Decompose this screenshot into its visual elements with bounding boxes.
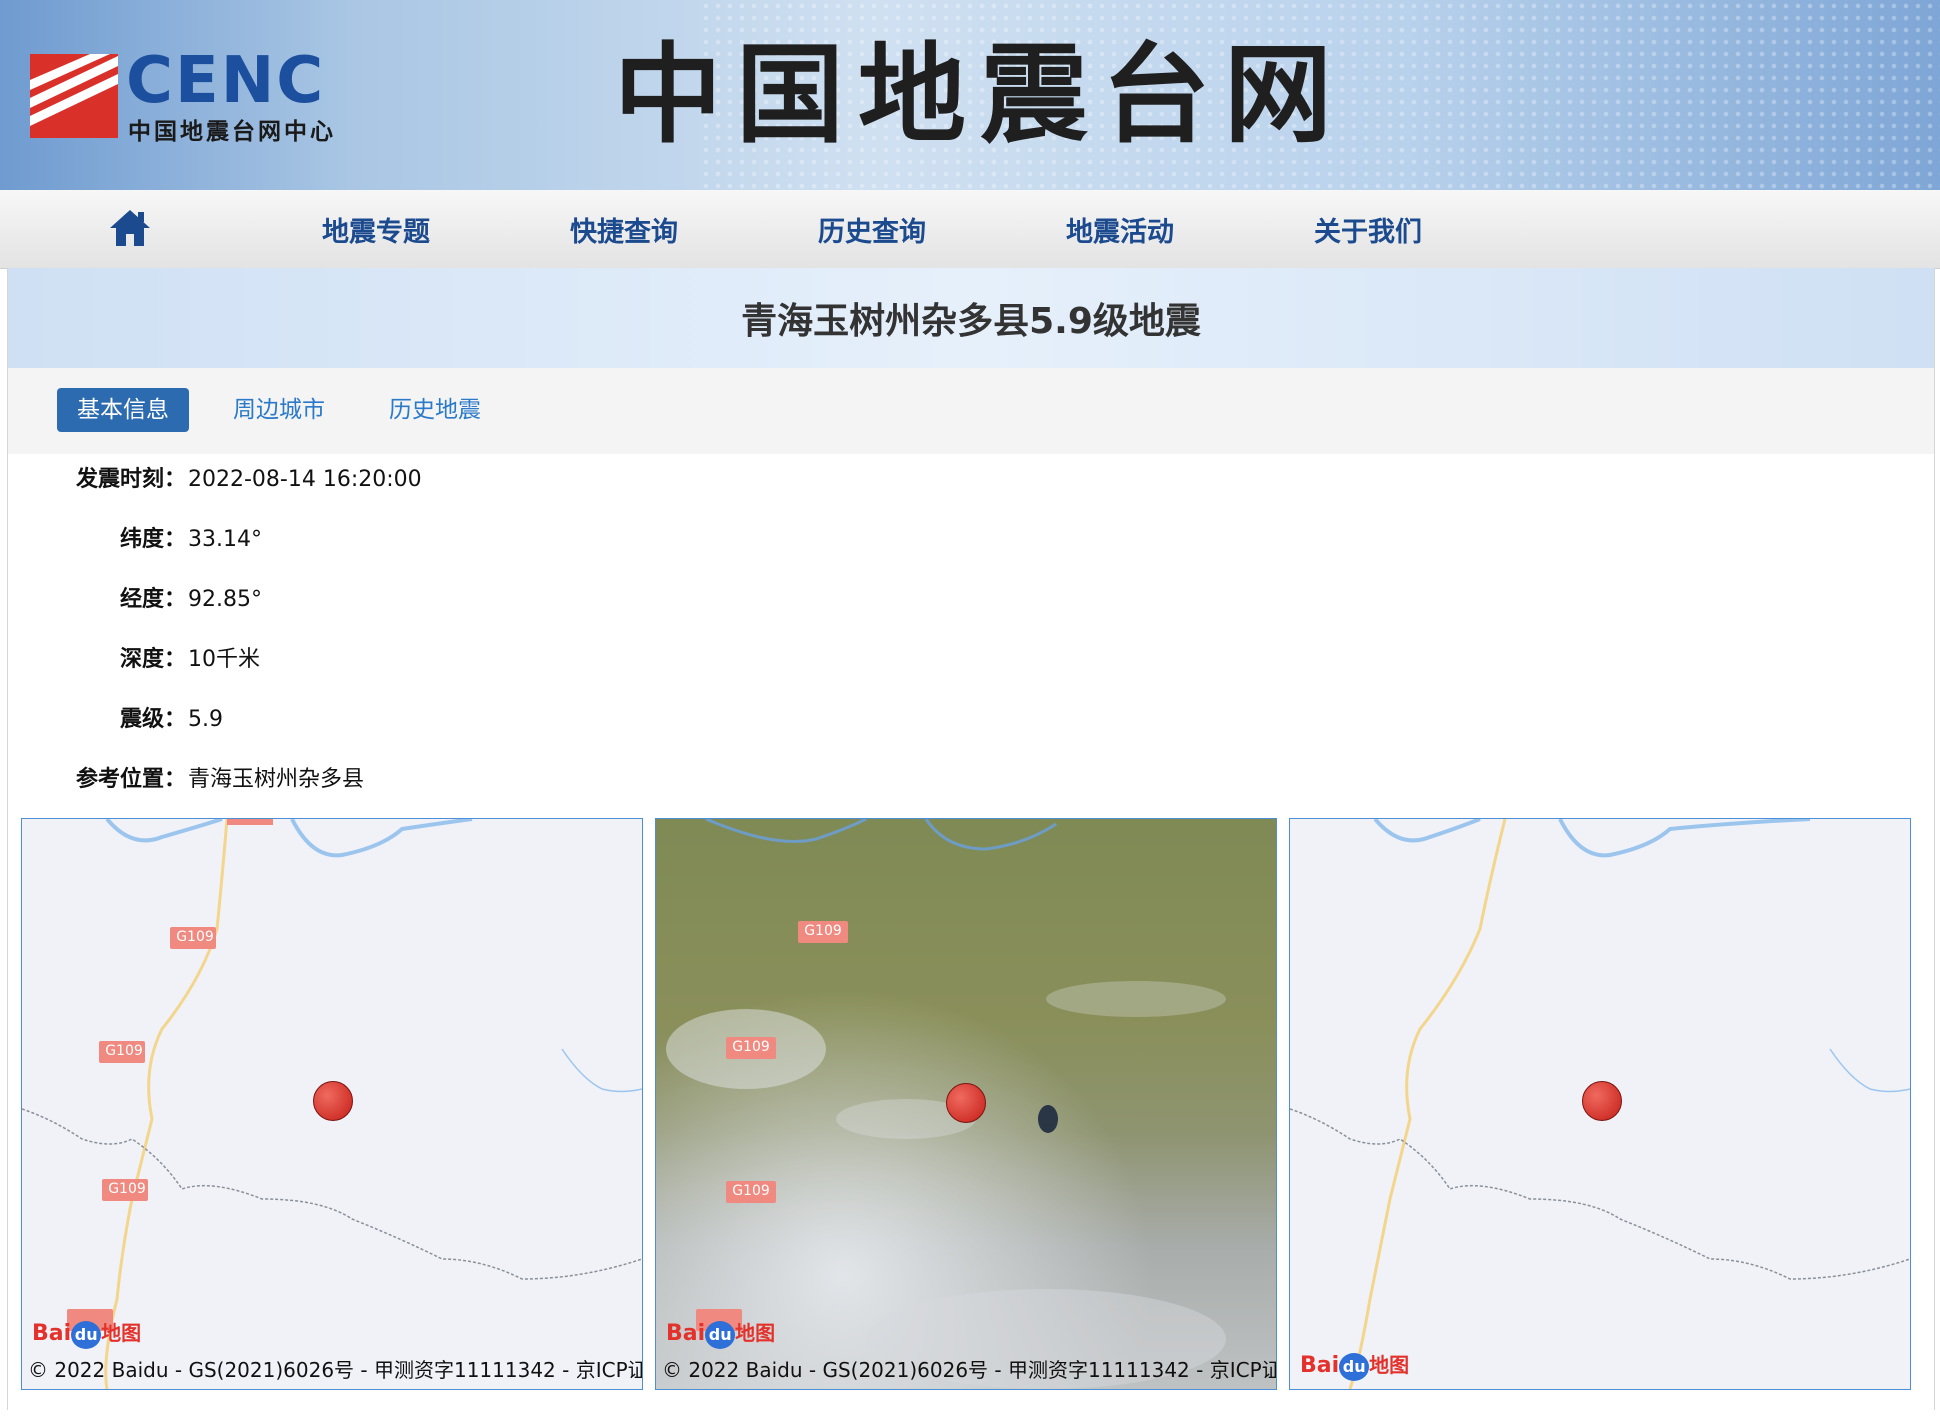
info-value: 青海玉树州杂多县 (188, 767, 365, 792)
detail-tabs: 基本信息 周边城市 历史地震 (8, 368, 1934, 454)
baidu-logo-ditu: 地图 (1369, 1353, 1410, 1377)
nav-item-quick-search[interactable]: 快捷查询 (570, 210, 678, 249)
info-label: 震级： (119, 707, 186, 732)
info-label: 经度： (119, 587, 186, 612)
baidu-logo-bai: Bai (1300, 1353, 1340, 1378)
cenc-logo[interactable]: CENC 中国地震台网中心 (30, 46, 370, 145)
main-nav: 地震专题 快捷查询 历史查询 地震活动 关于我们 (0, 190, 1940, 269)
home-icon[interactable] (108, 206, 152, 250)
info-row-longitude: 经度： 92.85° (8, 580, 608, 620)
epicenter-map-satellite[interactable]: G109 G109 G109 Bai du 地图 © 2022 Baidu - GS… (655, 818, 1277, 1390)
road-label: G109 (108, 1181, 146, 1197)
baidu-paw-icon: du (1339, 1353, 1370, 1381)
map-copyright: © 2022 Baidu - GS(2021)6026号 - 甲测资字11111… (28, 1358, 643, 1382)
epicenter-map-normal[interactable]: G109 G109 G109 Bai du 地图 © 2022 Baidu - GS… (21, 818, 643, 1390)
epicenter-marker[interactable] (946, 1083, 986, 1123)
baidu-logo-ditu: 地图 (101, 1321, 142, 1345)
info-value: 2022-08-14 16:20:00 (188, 467, 422, 492)
info-row-reference-location: 参考位置： 青海玉树州杂多县 (8, 760, 608, 800)
info-label: 深度： (119, 647, 186, 672)
baidu-logo-ditu: 地图 (735, 1321, 776, 1345)
info-label: 发震时刻： (75, 467, 186, 492)
baidu-logo-bai: Bai (666, 1321, 706, 1346)
baidu-map-logo: Bai du 地图 (32, 1317, 141, 1349)
road-label: G109 (105, 1043, 143, 1059)
logo-subtitle: 中国地震台网中心 (128, 119, 336, 145)
site-title: 中国地震台网 (613, 32, 1346, 158)
road-label: G109 (804, 923, 842, 939)
tab-nearby-cities[interactable]: 周边城市 (233, 388, 325, 432)
nav-item-seismic-activity[interactable]: 地震活动 (1066, 210, 1174, 249)
nav-item-history-search[interactable]: 历史查询 (818, 210, 926, 249)
tab-basic-info[interactable]: 基本信息 (57, 388, 189, 432)
info-row-depth: 深度： 10千米 (8, 640, 608, 680)
epicenter-map-normal-2[interactable]: Bai du 地图 (1289, 818, 1911, 1390)
info-row-magnitude: 震级： 5.9 (8, 700, 608, 740)
road-label: G109 (732, 1183, 770, 1199)
event-detail-panel: 青海玉树州杂多县5.9级地震 基本信息 周边城市 历史地震 发震时刻： 2022… (7, 268, 1935, 1410)
baidu-logo-bai: Bai (32, 1321, 72, 1346)
info-label: 纬度： (119, 527, 186, 552)
info-label: 参考位置： (75, 767, 186, 792)
road-label: G109 (176, 929, 214, 945)
info-value: 92.85° (188, 587, 262, 612)
event-title-bar: 青海玉树州杂多县5.9级地震 (8, 268, 1934, 368)
nav-item-earthquake-topics[interactable]: 地震专题 (322, 210, 430, 249)
epicenter-marker[interactable] (1582, 1081, 1622, 1121)
info-value: 5.9 (188, 707, 223, 732)
info-row-latitude: 纬度： 33.14° (8, 520, 608, 560)
baidu-map-logo: Bai du 地图 (1300, 1349, 1409, 1381)
baidu-paw-icon: du (705, 1321, 736, 1349)
road-label: G109 (732, 1039, 770, 1055)
info-row-origin-time: 发震时刻： 2022-08-14 16:20:00 (8, 460, 608, 500)
baidu-paw-icon: du (71, 1321, 102, 1349)
info-value: 33.14° (188, 527, 262, 552)
info-value: 10千米 (188, 647, 260, 672)
tab-historical-earthquakes[interactable]: 历史地震 (389, 388, 481, 432)
logo-text: CENC (126, 44, 326, 118)
nav-item-about-us[interactable]: 关于我们 (1314, 210, 1422, 249)
baidu-map-logo: Bai du 地图 (666, 1317, 775, 1349)
cenc-logo-mark-icon (30, 54, 118, 138)
epicenter-marker[interactable] (313, 1081, 353, 1121)
header-banner: CENC 中国地震台网中心 中国地震台网 (0, 0, 1940, 190)
event-title: 青海玉树州杂多县5.9级地震 (741, 301, 1201, 342)
map-copyright: © 2022 Baidu - GS(2021)6026号 - 甲测资字11111… (662, 1358, 1277, 1382)
